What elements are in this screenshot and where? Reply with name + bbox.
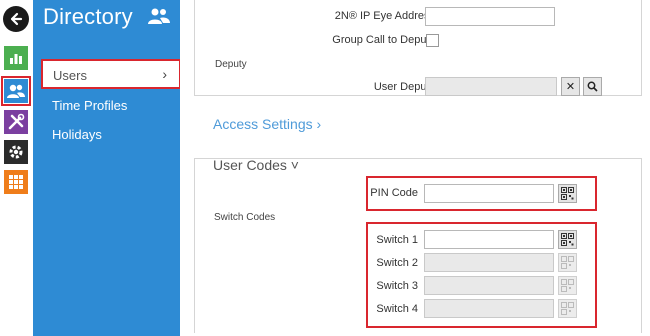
menu-item-holidays[interactable]: Holidays: [52, 127, 102, 142]
search-deputy-button[interactable]: [583, 77, 602, 96]
switch-2-label: Switch 2: [376, 257, 418, 269]
panel-title: Directory: [43, 4, 133, 29]
qr-code-icon: [561, 256, 574, 269]
switch-codes-section-label: Switch Codes: [214, 212, 276, 223]
menu-item-time-profiles[interactable]: Time Profiles: [52, 98, 127, 113]
menu-item-users-label: Users: [53, 68, 87, 83]
switch-3-input[interactable]: [424, 276, 554, 295]
grid-icon[interactable]: [4, 170, 28, 194]
switch-3-qr-button[interactable]: [558, 276, 577, 295]
tools-icon[interactable]: [4, 110, 28, 134]
switch-2-input[interactable]: [424, 253, 554, 272]
qr-code-icon: [561, 302, 574, 315]
group-call-label: Group Call to Deputy: [332, 34, 435, 46]
gear-icon[interactable]: [4, 140, 28, 164]
deputy-section-label: Deputy: [215, 59, 247, 70]
switch-1-label: Switch 1: [376, 234, 418, 246]
access-settings-link[interactable]: Access Settings ›: [213, 116, 321, 132]
switch-1-qr-button[interactable]: [558, 230, 577, 249]
search-icon: [587, 81, 598, 92]
close-icon: ✕: [565, 81, 576, 93]
ip-eye-label: 2N® IP Eye Address: [334, 10, 435, 22]
switch-4-qr-button[interactable]: [558, 299, 577, 318]
switch-2-qr-button[interactable]: [558, 253, 577, 272]
users-group-icon: [147, 7, 171, 30]
group-call-checkbox[interactable]: [426, 34, 439, 47]
pin-code-input[interactable]: [424, 184, 554, 203]
back-arrow-icon[interactable]: [3, 6, 29, 32]
deputy-card: 2N® IP Eye Address Group Call to Deputy …: [194, 0, 642, 96]
qr-code-icon: [561, 279, 574, 292]
stats-icon[interactable]: [4, 46, 28, 70]
user-deputy-input[interactable]: [425, 77, 557, 96]
qr-code-icon: [561, 233, 574, 246]
ip-eye-input[interactable]: [425, 7, 555, 26]
switch-4-input[interactable]: [424, 299, 554, 318]
pin-code-label: PIN Code: [370, 187, 418, 199]
menu-item-users[interactable]: Users ›: [41, 59, 181, 89]
clear-deputy-button[interactable]: ✕: [561, 77, 580, 96]
switch-4-label: Switch 4: [376, 303, 418, 315]
pin-qr-button[interactable]: [558, 184, 577, 203]
users-icon[interactable]: [1, 76, 31, 106]
icon-rail: [0, 0, 33, 336]
switch-3-label: Switch 3: [376, 280, 418, 292]
qr-code-icon: [561, 187, 574, 200]
chevron-right-icon: ›: [162, 66, 167, 82]
main-content: 2N® IP Eye Address Group Call to Deputy …: [180, 0, 650, 336]
directory-panel: Directory Users › Time Profiles Holidays: [33, 0, 181, 336]
user-codes-toggle[interactable]: User Codes ˅: [213, 157, 299, 173]
switch-1-input[interactable]: [424, 230, 554, 249]
